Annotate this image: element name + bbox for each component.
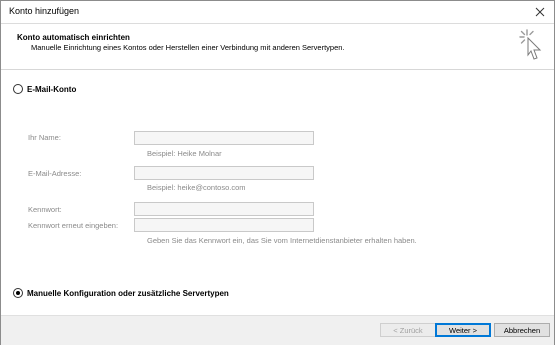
password-repeat-label: Kennwort erneut eingeben: [28, 221, 119, 230]
manual-config-option[interactable]: Manuelle Konfiguration oder zusätzliche … [13, 288, 229, 298]
email-input[interactable] [134, 166, 314, 180]
manual-config-radio[interactable] [13, 288, 23, 298]
header-title: Konto automatisch einrichten [17, 33, 130, 42]
email-account-radio[interactable] [13, 84, 23, 94]
password-input[interactable] [134, 202, 314, 216]
email-hint: Beispiel: heike@contoso.com [147, 183, 246, 192]
title-bar: Konto hinzufügen [1, 1, 554, 24]
cancel-button[interactable]: Abbrechen [494, 323, 550, 337]
back-button[interactable]: < Zurück [380, 323, 436, 337]
close-icon[interactable] [532, 4, 548, 20]
email-account-label: E-Mail-Konto [27, 84, 77, 94]
dialog-header: Konto automatisch einrichten Manuelle Ei… [1, 24, 554, 70]
manual-config-label: Manuelle Konfiguration oder zusätzliche … [27, 288, 229, 298]
email-account-option[interactable]: E-Mail-Konto [13, 84, 76, 94]
wizard-cursor-icon [519, 29, 542, 60]
password-hint: Geben Sie das Kennwort ein, das Sie vom … [147, 236, 417, 245]
dialog-footer: < Zurück Weiter > Abbrechen [1, 315, 554, 345]
email-label: E-Mail-Adresse: [28, 169, 82, 178]
next-button[interactable]: Weiter > [435, 323, 491, 337]
dialog-content: E-Mail-Konto Ihr Name: Beispiel: Heike M… [1, 70, 554, 315]
header-subtitle: Manuelle Einrichtung eines Kontos oder H… [31, 43, 345, 52]
name-label: Ihr Name: [28, 133, 61, 142]
window-title: Konto hinzufügen [9, 6, 80, 16]
password-label: Kennwort: [28, 205, 62, 214]
password-repeat-input[interactable] [134, 218, 314, 232]
name-hint: Beispiel: Heike Molnar [147, 149, 222, 158]
add-account-dialog: Konto hinzufügen Konto automatisch einri… [0, 0, 555, 345]
name-input[interactable] [134, 131, 314, 145]
